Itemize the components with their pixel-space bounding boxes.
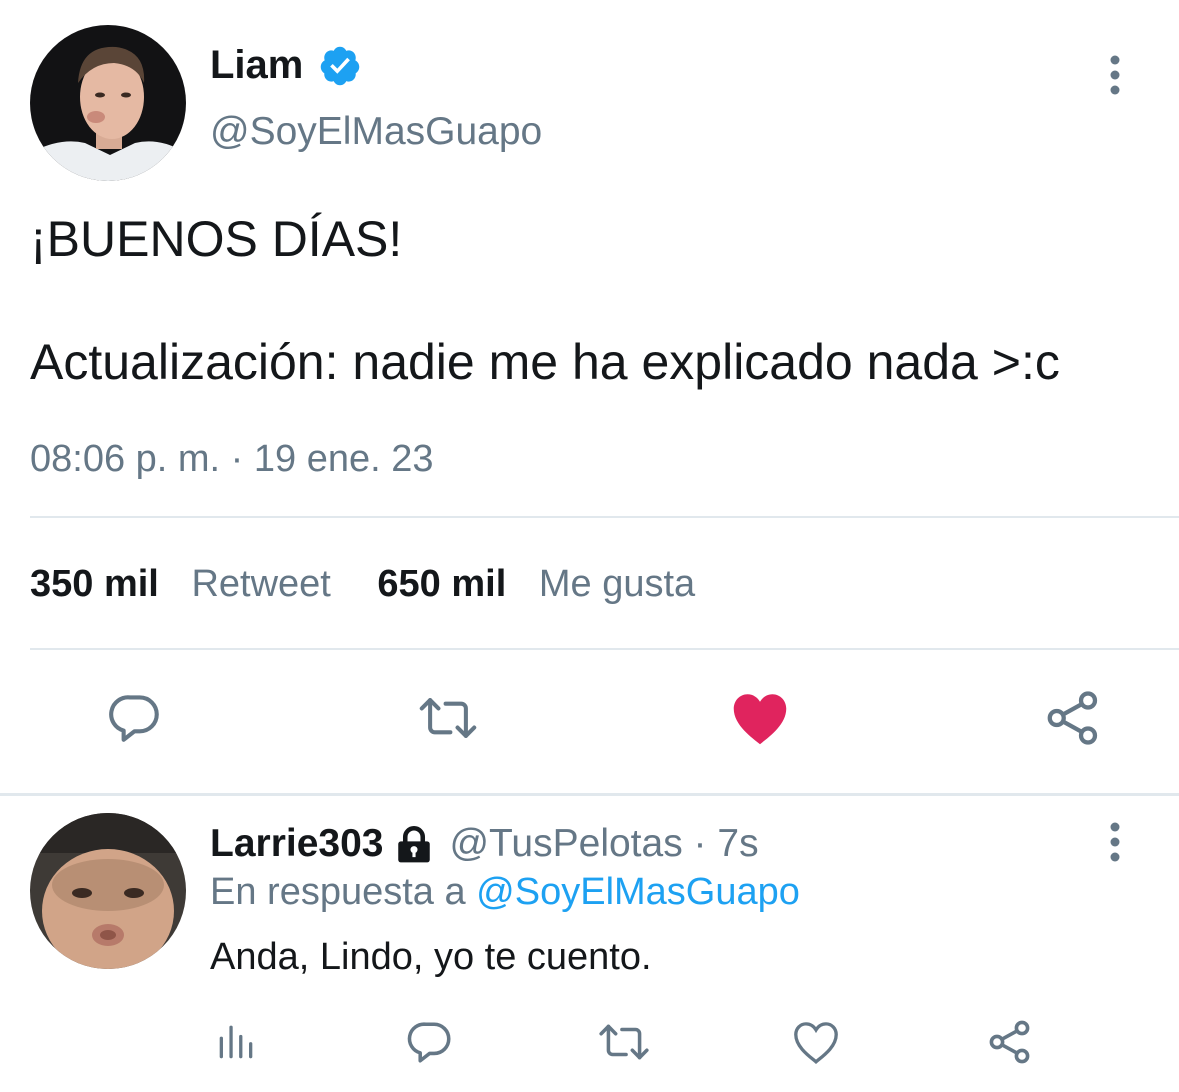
- share-icon: [1043, 688, 1103, 753]
- author-avatar[interactable]: [30, 25, 186, 181]
- reply-tweet[interactable]: Larrie303 @TusPelotas · 7s En respuesta …: [0, 796, 1179, 1092]
- reply-icon: [106, 689, 164, 752]
- like-label[interactable]: Me gusta: [539, 563, 695, 605]
- reply-header: Larrie303 @TusPelotas · 7s: [210, 822, 759, 866]
- lock-icon: [393, 824, 435, 864]
- reply-to-handle-link[interactable]: @SoyElMasGuapo: [476, 871, 800, 913]
- retweet-icon: [417, 689, 479, 752]
- author-handle[interactable]: @SoyElMasGuapo: [210, 110, 542, 154]
- heart-outline-icon: [791, 1019, 841, 1070]
- reply-to-prefix: En respuesta a: [210, 871, 477, 913]
- share-button[interactable]: [1043, 690, 1103, 750]
- more-options-icon[interactable]: [1100, 55, 1130, 97]
- retweet-icon: [597, 1017, 651, 1072]
- reply-button[interactable]: [105, 690, 165, 750]
- share-button[interactable]: [984, 1018, 1036, 1070]
- like-count[interactable]: 650 mil: [377, 563, 506, 605]
- retweet-count[interactable]: 350 mil: [30, 563, 159, 605]
- retweet-label[interactable]: Retweet: [191, 563, 330, 605]
- reply-time-ago: · 7s: [682, 822, 759, 865]
- tweet-text-line1: ¡BUENOS DÍAS!: [30, 211, 403, 267]
- retweet-button[interactable]: [418, 690, 478, 750]
- heart-filled-icon: [730, 690, 790, 751]
- reply-author-name[interactable]: Larrie303: [210, 822, 383, 866]
- divider: [30, 516, 1179, 518]
- tweet-timestamp[interactable]: 08:06 p. m. · 19 ene. 23: [30, 438, 434, 481]
- engagement-stats: 350 mil Retweet 650 mil Me gusta: [30, 563, 695, 606]
- reply-author-handle[interactable]: @TusPelotas: [449, 822, 682, 866]
- main-tweet: Liam @SoyElMasGuapo ¡BUENOS DÍAS! Actual…: [0, 0, 1179, 796]
- more-options-icon[interactable]: [1100, 822, 1130, 864]
- share-icon: [986, 1018, 1034, 1071]
- tweet-text-line2: Actualización: nadie me ha explicado nad…: [30, 334, 1060, 390]
- like-button[interactable]: [790, 1018, 842, 1070]
- like-button[interactable]: [730, 690, 790, 750]
- reply-context: En respuesta a @SoyElMasGuapo: [210, 871, 800, 914]
- bar-chart-icon: [214, 1020, 258, 1069]
- retweet-button[interactable]: [598, 1018, 650, 1070]
- reply-icon: [405, 1017, 455, 1072]
- analytics-button[interactable]: [210, 1018, 262, 1070]
- reply-button[interactable]: [404, 1018, 456, 1070]
- divider: [30, 648, 1179, 650]
- verified-badge-icon: [318, 44, 362, 88]
- reply-author-avatar[interactable]: [30, 813, 186, 969]
- reply-text: Anda, Lindo, yo te cuento.: [210, 936, 652, 978]
- author-name[interactable]: Liam: [210, 43, 303, 88]
